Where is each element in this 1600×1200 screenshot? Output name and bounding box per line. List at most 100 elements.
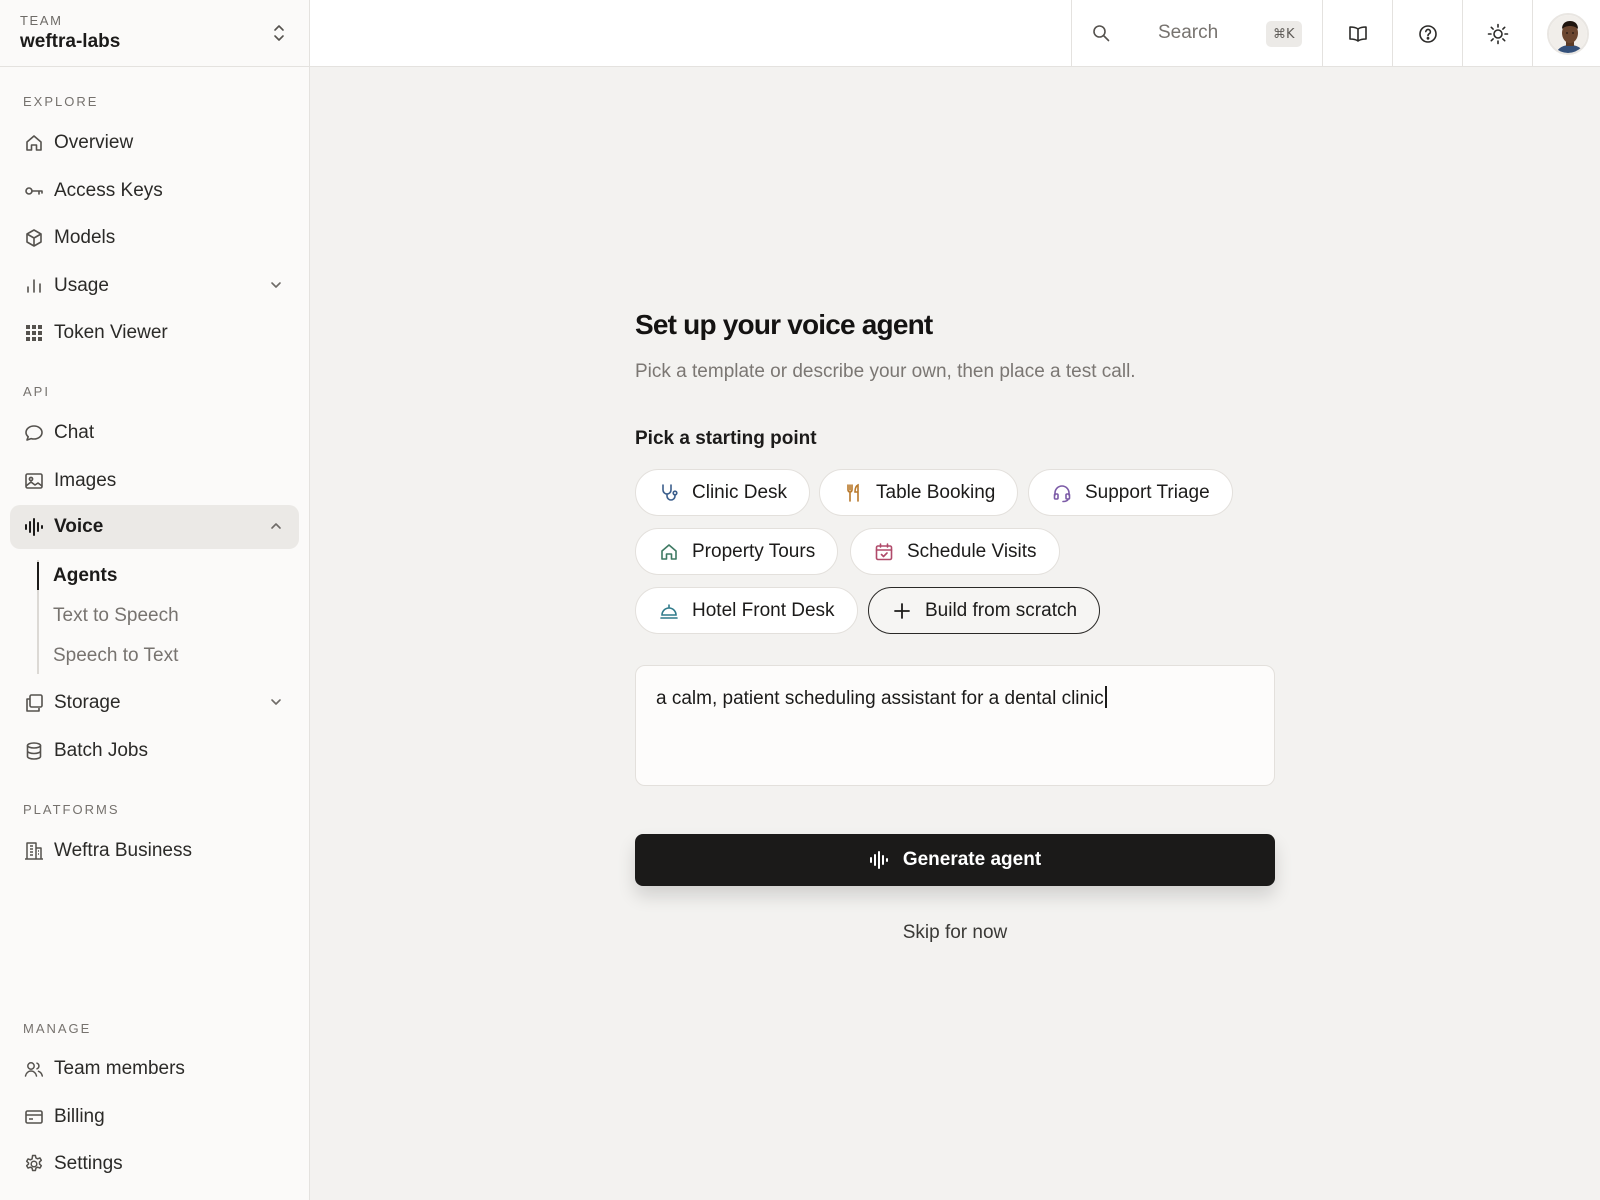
building-icon bbox=[24, 841, 44, 861]
active-marker bbox=[37, 562, 39, 590]
page-title: Set up your voice agent bbox=[635, 309, 933, 340]
sidebar-item-label: Chat bbox=[54, 422, 95, 443]
template-label: Schedule Visits bbox=[907, 540, 1037, 562]
section-label-manage: MANAGE bbox=[23, 1021, 92, 1036]
sidebar-item-team-members[interactable]: Team members bbox=[10, 1047, 299, 1091]
database-icon bbox=[24, 741, 44, 761]
template-hotel-front-desk[interactable]: Hotel Front Desk bbox=[635, 587, 858, 634]
bar-chart-icon bbox=[24, 276, 44, 296]
sidebar-item-access-keys[interactable]: Access Keys bbox=[10, 169, 299, 213]
template-label: Support Triage bbox=[1085, 481, 1210, 503]
help-circle-icon bbox=[1418, 24, 1438, 44]
subnav-item-text-to-speech[interactable]: Text to Speech bbox=[53, 605, 179, 627]
book-open-icon bbox=[1348, 24, 1368, 44]
agent-description-input[interactable]: a calm, patient scheduling assistant for… bbox=[635, 665, 1275, 786]
users-icon bbox=[24, 1059, 44, 1079]
sidebar-item-label: Team members bbox=[54, 1058, 185, 1079]
page-subtitle: Pick a template or describe your own, th… bbox=[635, 361, 1136, 382]
image-icon bbox=[24, 471, 44, 491]
template-clinic-desk[interactable]: Clinic Desk bbox=[635, 469, 811, 516]
template-schedule-visits[interactable]: Schedule Visits bbox=[850, 528, 1060, 575]
section-label-explore: EXPLORE bbox=[23, 94, 99, 109]
template-property-tours[interactable]: Property Tours bbox=[635, 528, 839, 575]
home-icon bbox=[658, 541, 680, 563]
credit-card-icon bbox=[24, 1107, 44, 1127]
subnav-item-agents[interactable]: Agents bbox=[53, 565, 117, 587]
sidebar-item-label: Settings bbox=[54, 1153, 123, 1174]
sidebar-item-token-viewer[interactable]: Token Viewer bbox=[10, 311, 299, 355]
service-bell-icon bbox=[658, 600, 680, 622]
theme-toggle-button[interactable] bbox=[1462, 0, 1532, 67]
team-switcher[interactable]: TEAM weftra-labs bbox=[0, 0, 309, 67]
docs-button[interactable] bbox=[1322, 0, 1392, 67]
stethoscope-icon bbox=[658, 482, 680, 504]
account-menu-button[interactable] bbox=[1532, 0, 1600, 67]
home-icon bbox=[24, 133, 44, 153]
sidebar-item-weftra-business[interactable]: Weftra Business bbox=[10, 829, 299, 873]
sidebar-item-label: Overview bbox=[54, 132, 134, 153]
waveform-icon bbox=[869, 850, 889, 870]
template-support-triage[interactable]: Support Triage bbox=[1028, 469, 1233, 516]
copy-icon bbox=[24, 693, 44, 713]
sidebar-item-label: Storage bbox=[54, 692, 121, 713]
sidebar-item-label: Voice bbox=[54, 516, 104, 537]
sidebar-item-usage[interactable]: Usage bbox=[10, 264, 299, 308]
key-icon bbox=[24, 181, 44, 201]
headset-icon bbox=[1051, 482, 1073, 504]
sidebar-item-models[interactable]: Models bbox=[10, 216, 299, 260]
sidebar-item-label: Access Keys bbox=[54, 180, 163, 201]
cube-icon bbox=[24, 228, 44, 248]
calendar-check-icon bbox=[873, 541, 895, 563]
plus-icon bbox=[891, 600, 913, 622]
sidebar-item-storage[interactable]: Storage bbox=[10, 681, 299, 725]
template-label: Table Booking bbox=[876, 481, 996, 503]
avatar bbox=[1546, 12, 1589, 55]
sidebar-item-billing[interactable]: Billing bbox=[10, 1095, 299, 1139]
sidebar-item-settings[interactable]: Settings bbox=[10, 1142, 299, 1186]
sidebar-item-label: Weftra Business bbox=[54, 840, 192, 861]
gear-icon bbox=[24, 1154, 44, 1174]
grid-icon bbox=[24, 323, 44, 343]
sidebar-item-images[interactable]: Images bbox=[10, 459, 299, 503]
sidebar-item-label: Billing bbox=[54, 1106, 105, 1127]
section-label-api: API bbox=[23, 384, 50, 399]
search-box[interactable]: Search ⌘K bbox=[1071, 0, 1322, 67]
sidebar-item-label: Usage bbox=[54, 275, 109, 296]
sidebar-item-label: Models bbox=[54, 227, 116, 248]
sidebar-item-label: Token Viewer bbox=[54, 322, 168, 343]
text-caret bbox=[1104, 686, 1107, 708]
chevron-down-icon bbox=[269, 695, 283, 709]
sidebar-item-batch-jobs[interactable]: Batch Jobs bbox=[10, 729, 299, 773]
sidebar-item-label: Batch Jobs bbox=[54, 740, 148, 761]
sidebar: TEAM weftra-labs EXPLORE Overview Access… bbox=[0, 0, 310, 1200]
agent-description-value: a calm, patient scheduling assistant for… bbox=[656, 688, 1104, 709]
search-placeholder: Search bbox=[1158, 22, 1219, 43]
search-icon bbox=[1092, 24, 1110, 42]
sidebar-item-overview[interactable]: Overview bbox=[10, 121, 299, 165]
template-label: Hotel Front Desk bbox=[692, 599, 835, 621]
team-name: weftra-labs bbox=[20, 31, 121, 52]
chevron-up-down-icon bbox=[273, 24, 285, 42]
sidebar-item-voice[interactable]: Voice bbox=[10, 505, 299, 549]
chevron-down-icon bbox=[269, 278, 283, 292]
build-from-scratch-label: Build from scratch bbox=[925, 599, 1078, 621]
sun-icon bbox=[1487, 23, 1509, 45]
templates-heading: Pick a starting point bbox=[635, 428, 817, 449]
sidebar-item-label: Images bbox=[54, 470, 117, 491]
top-bar: Search ⌘K bbox=[310, 0, 1600, 67]
subnav-track bbox=[37, 560, 39, 674]
skip-for-now-link[interactable]: Skip for now bbox=[635, 922, 1275, 944]
generate-agent-button[interactable]: Generate agent bbox=[635, 834, 1275, 886]
template-table-booking[interactable]: Table Booking bbox=[819, 469, 1019, 516]
team-label: TEAM bbox=[20, 13, 63, 28]
waveform-icon bbox=[24, 517, 44, 537]
template-label: Property Tours bbox=[692, 540, 816, 562]
section-label-platforms: PLATFORMS bbox=[23, 802, 120, 817]
build-from-scratch-button[interactable]: Build from scratch bbox=[868, 587, 1101, 634]
sidebar-item-chat[interactable]: Chat bbox=[10, 411, 299, 455]
subnav-item-speech-to-text[interactable]: Speech to Text bbox=[53, 645, 178, 667]
chevron-up-icon bbox=[269, 519, 283, 533]
search-shortcut-badge: ⌘K bbox=[1266, 21, 1302, 47]
help-button[interactable] bbox=[1392, 0, 1462, 67]
generate-agent-label: Generate agent bbox=[902, 849, 1042, 870]
